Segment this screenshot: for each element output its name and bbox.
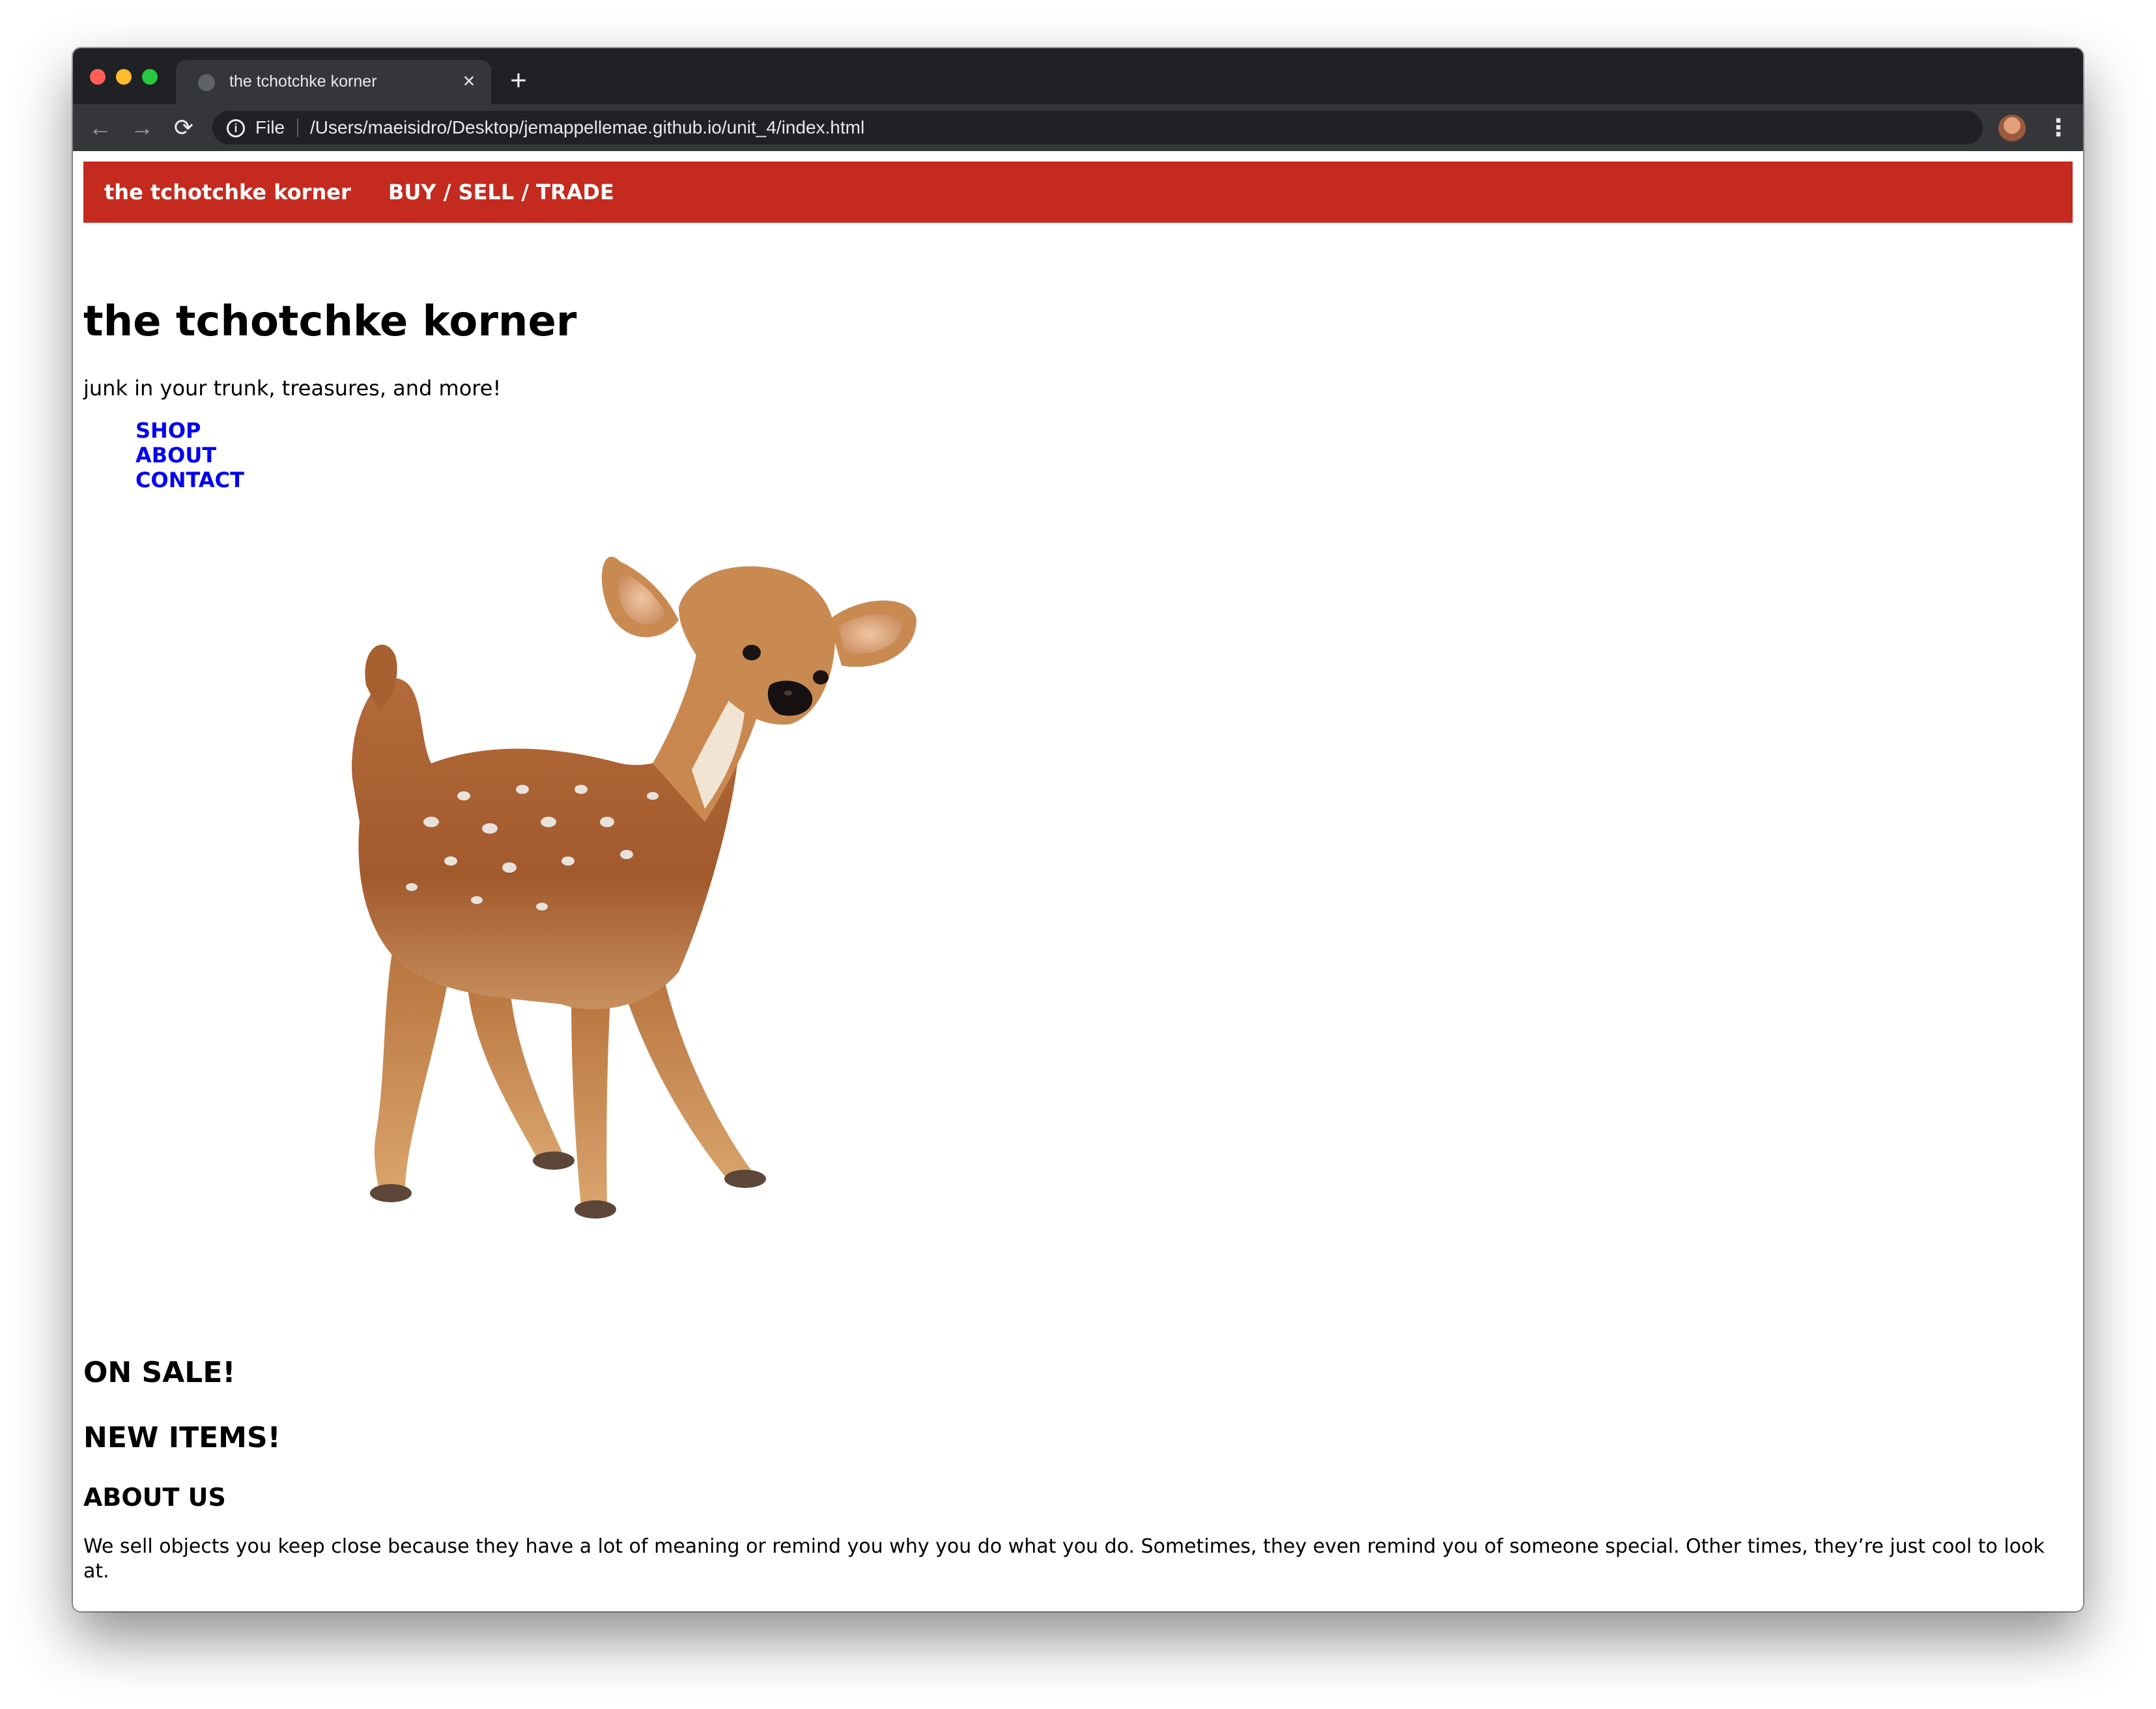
- browser-toolbar: ← → ⟳ i File /Users/maeisidro/Desktop/je…: [73, 104, 2083, 151]
- star-icon[interactable]: ☆: [2082, 115, 2083, 141]
- contact-link[interactable]: CONTACT: [135, 468, 244, 492]
- nav-item-about: ABOUT: [135, 443, 244, 468]
- address-divider: [297, 119, 298, 137]
- globe-icon: [198, 74, 215, 91]
- fawn-figurine-image: [352, 556, 916, 1219]
- about-us-heading: ABOUT US: [83, 1483, 226, 1512]
- maximize-window-button[interactable]: [142, 69, 158, 85]
- tab-strip: the tchotchke korner × +: [73, 48, 2083, 104]
- browser-window: the tchotchke korner × + ← → ⟳ i File /U…: [73, 48, 2083, 1611]
- tab-title: the tchotchke korner: [229, 72, 377, 91]
- minimize-window-button[interactable]: [116, 69, 132, 85]
- topbar-brand[interactable]: the tchotchke korner: [104, 177, 351, 207]
- about-us-text: We sell objects you keep close because t…: [83, 1535, 2045, 1583]
- close-window-button[interactable]: [90, 69, 106, 85]
- page-title: the tchotchke korner: [83, 298, 577, 346]
- buy-sell-trade-link[interactable]: BUY / SELL / TRADE: [388, 177, 614, 207]
- back-arrow-icon[interactable]: ←: [86, 113, 115, 142]
- nav-item-contact: CONTACT: [135, 468, 244, 492]
- page-nav: SHOP ABOUT CONTACT: [135, 418, 244, 492]
- shop-link[interactable]: SHOP: [135, 418, 244, 443]
- tab-close-icon[interactable]: ×: [456, 68, 482, 94]
- profile-avatar[interactable]: [1998, 115, 2026, 142]
- forward-arrow-icon[interactable]: →: [128, 113, 156, 142]
- new-tab-button[interactable]: +: [504, 66, 533, 95]
- site-topbar: the tchotchke korner BUY / SELL / TRADE: [83, 162, 2073, 223]
- browser-tab[interactable]: the tchotchke korner ×: [176, 60, 491, 104]
- kebab-menu-icon[interactable]: ⋮: [2047, 113, 2070, 142]
- page-viewport: the tchotchke korner BUY / SELL / TRADE …: [73, 151, 2083, 1611]
- info-icon[interactable]: i: [227, 119, 245, 137]
- on-sale-heading: ON SALE!: [83, 1356, 236, 1389]
- scheme-label: File: [255, 117, 285, 137]
- tagline: junk in your trunk, treasures, and more!: [83, 376, 502, 401]
- fawn-head: [601, 556, 916, 725]
- reload-icon[interactable]: ⟳: [169, 113, 198, 142]
- url-text[interactable]: /Users/maeisidro/Desktop/jemappellemae.g…: [310, 116, 864, 139]
- nav-item-shop: SHOP: [135, 418, 244, 443]
- about-link[interactable]: ABOUT: [135, 443, 244, 468]
- address-bar[interactable]: i File /Users/maeisidro/Desktop/jemappel…: [212, 111, 1983, 145]
- new-items-heading: NEW ITEMS!: [83, 1421, 281, 1454]
